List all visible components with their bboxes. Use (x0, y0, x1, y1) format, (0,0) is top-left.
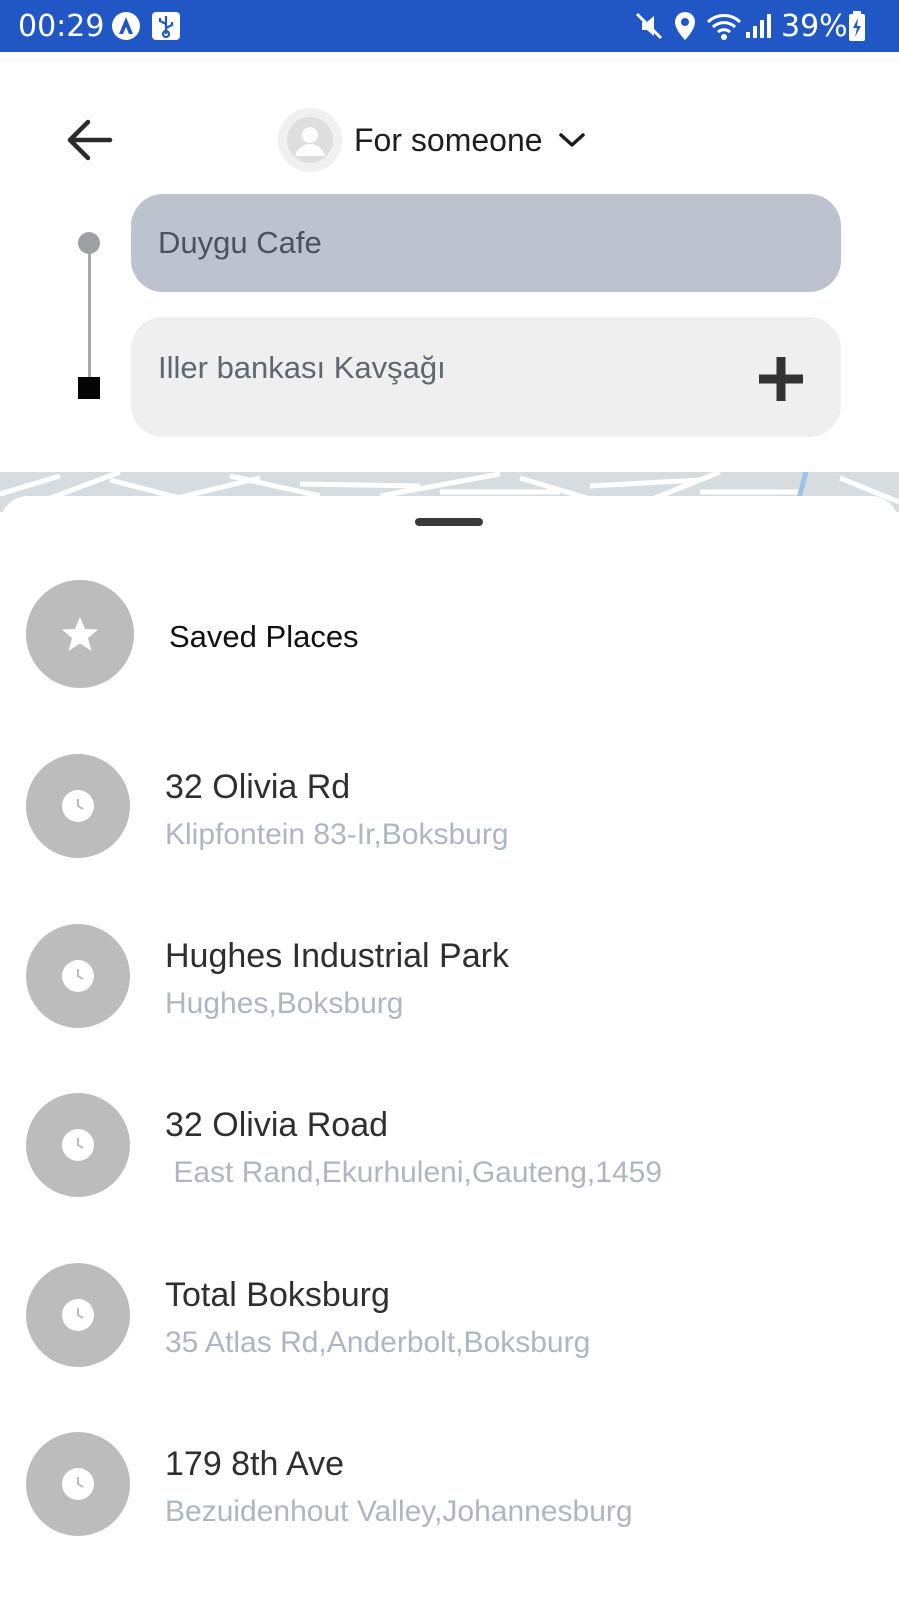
saved-places-label: Saved Places (169, 619, 359, 654)
clock-icon (26, 1093, 130, 1197)
place-subtitle: 35 Atlas Rd,Anderbolt,Boksburg (165, 1326, 591, 1359)
add-stop-button[interactable] (757, 355, 805, 403)
usb-icon (150, 10, 182, 47)
place-subtitle: Klipfontein 83-Ir,Boksburg (165, 818, 509, 851)
mute-icon (634, 10, 664, 47)
status-bar: 00:29 39% (0, 0, 899, 52)
place-subtitle: Bezuidenhout Valley,Johannesburg (165, 1495, 633, 1528)
status-time: 00:29 (18, 9, 105, 44)
origin-dot-icon (78, 232, 100, 254)
arrow-left-icon (67, 119, 113, 161)
wifi-icon (706, 10, 742, 47)
signal-icon (744, 10, 772, 47)
clock-icon (26, 924, 130, 1028)
battery-charging-icon (848, 10, 866, 47)
place-title: 32 Olivia Rd (165, 768, 351, 806)
place-title: 32 Olivia Road (165, 1106, 389, 1144)
user-avatar-icon (278, 108, 342, 172)
location-icon (672, 10, 698, 47)
place-title: Total Boksburg (165, 1276, 390, 1314)
plus-icon (759, 357, 803, 401)
clock-icon (26, 1263, 130, 1367)
clock-icon (26, 1432, 130, 1536)
origin-value: Duygu Cafe (158, 225, 322, 260)
destination-square-icon (78, 377, 100, 399)
sheet-drag-handle[interactable] (415, 518, 483, 526)
places-sheet: Saved Places 32 Olivia Rd Klipfontein 83… (0, 496, 899, 1599)
destination-value: Iller bankası Kavşağı (158, 350, 446, 385)
star-icon (26, 580, 134, 688)
place-subtitle: East Rand,Ekurhuleni,Gauteng,1459 (165, 1156, 663, 1189)
place-title: 179 8th Ave (165, 1445, 344, 1483)
battery-percent: 39% (781, 9, 848, 44)
back-button[interactable] (62, 112, 118, 168)
rider-selector-label: For someone (354, 121, 543, 158)
rider-selector[interactable]: For someone (278, 106, 587, 174)
place-subtitle: Hughes,Boksburg (165, 987, 404, 1020)
place-title: Hughes Industrial Park (165, 937, 509, 975)
chevron-down-icon (558, 133, 585, 147)
route-connector-line (88, 243, 91, 383)
origin-input[interactable]: Duygu Cafe (131, 194, 841, 292)
destination-input[interactable]: Iller bankası Kavşağı (131, 317, 841, 437)
clock-icon (26, 754, 130, 858)
android-auto-icon (110, 10, 142, 47)
